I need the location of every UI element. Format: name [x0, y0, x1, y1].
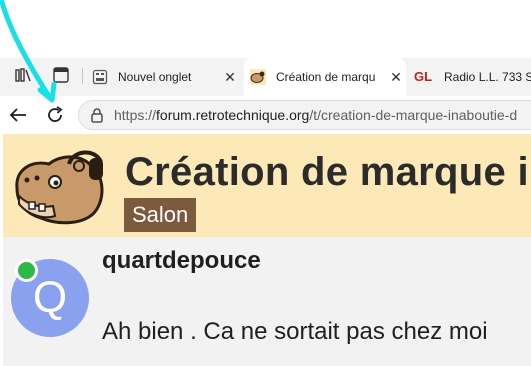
page-title[interactable]: Création de marque inaboutie: [125, 150, 531, 195]
tab-title: Création de marqu: [276, 70, 376, 84]
topic-header: Création de marque inaboutie Salon: [3, 134, 531, 237]
url-field[interactable]: https://forum.retrotechnique.org/t/creat…: [78, 100, 531, 130]
tab-title: Radio L.L. 733 Sup: [444, 70, 531, 84]
url-domain: forum.retrotechnique.org: [156, 107, 310, 123]
close-icon[interactable]: ✕: [386, 69, 406, 86]
post-username[interactable]: quartdepouce: [102, 247, 261, 275]
online-status-indicator: [15, 259, 38, 282]
mascot-logo[interactable]: [9, 144, 109, 230]
new-tab-icon: [92, 69, 108, 85]
tab-active-topic[interactable]: Création de marqu ✕: [244, 58, 406, 96]
tab-new-tab[interactable]: Nouvel onglet ✕: [88, 58, 240, 96]
tab-title: Nouvel onglet: [118, 70, 192, 84]
close-icon[interactable]: ✕: [220, 69, 240, 86]
post-body: Ah bien . Ca ne sortait pas chez moi: [102, 318, 488, 345]
page-content: Création de marque inaboutie Salon Q qua…: [0, 134, 531, 366]
radio-favicon: GL: [414, 69, 433, 84]
url-text: https://forum.retrotechnique.org/t/creat…: [114, 101, 517, 129]
tab-radio[interactable]: GL Radio L.L. 733 Sup: [410, 58, 531, 96]
url-prefix: https://: [114, 107, 157, 123]
post: Q quartdepouce Ah bien . Ca ne sortait p…: [3, 237, 531, 366]
tab-separator: [82, 68, 83, 84]
annotation-arrow: [0, 0, 57, 103]
url-path: /t/creation-de-marque-inaboutie-d: [309, 107, 518, 123]
forum-favicon: [250, 69, 266, 85]
category-badge[interactable]: Salon: [124, 198, 197, 232]
site-info-icon[interactable]: [89, 107, 105, 123]
